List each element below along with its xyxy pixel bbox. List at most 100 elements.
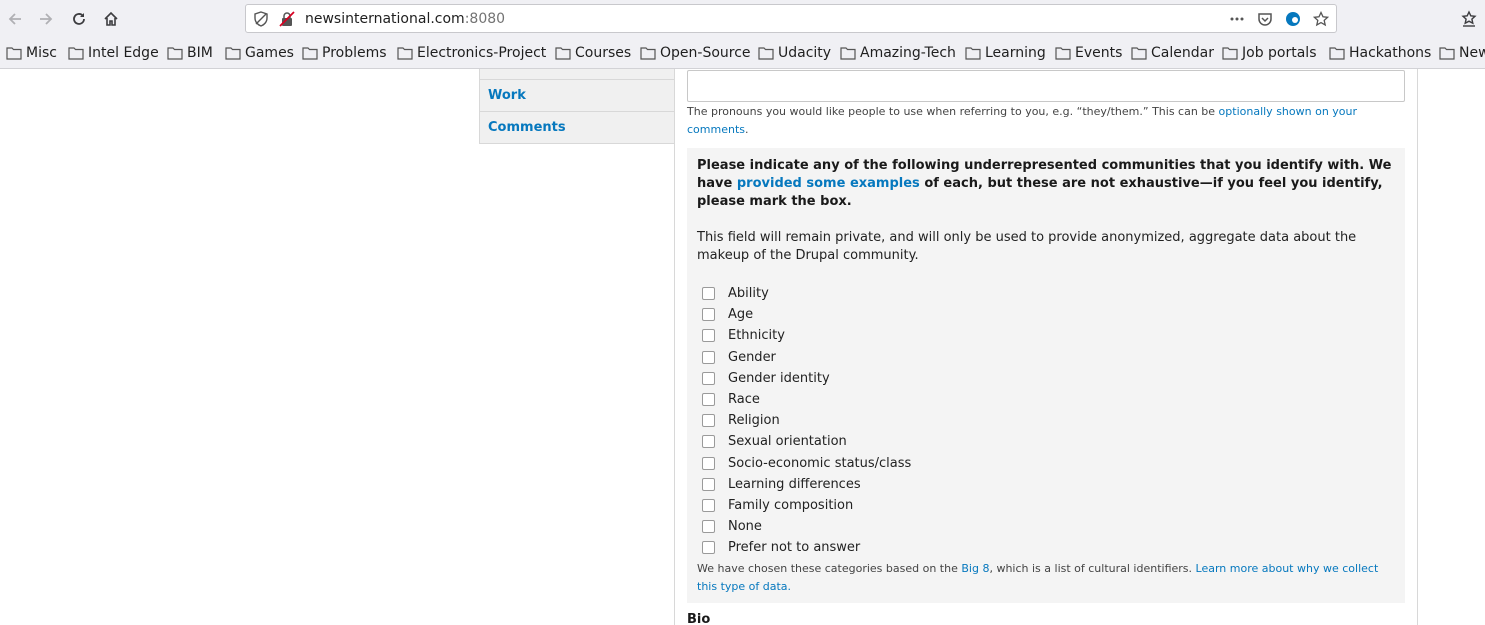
community-option[interactable]: None <box>697 516 1395 537</box>
community-option[interactable]: Gender <box>697 347 1395 368</box>
community-checkbox[interactable] <box>702 456 715 470</box>
pronouns-help-text: The pronouns you would like people to us… <box>687 103 1387 139</box>
library-icon <box>1461 10 1477 27</box>
community-checkbox[interactable] <box>702 371 715 385</box>
community-option[interactable]: Ability <box>697 283 1395 304</box>
community-option[interactable]: Gender identity <box>697 368 1395 389</box>
communities-title: Please indicate any of the following und… <box>697 157 1395 211</box>
drupal-extension-icon[interactable] <box>1285 11 1301 27</box>
community-checkbox[interactable] <box>702 477 715 491</box>
bookmark-label: Udacity <box>778 45 832 61</box>
bookmark-label: Intel Edge <box>88 45 159 61</box>
sidenav-item-work[interactable]: Work <box>480 80 674 112</box>
community-checkbox[interactable] <box>702 393 715 407</box>
bio-label: Bio <box>687 612 711 625</box>
bookmark-folder[interactable]: Intel Edge <box>68 44 159 62</box>
community-option[interactable]: Family composition <box>697 495 1395 516</box>
folder-icon <box>1131 47 1147 60</box>
bookmark-label: Electronics-Project <box>417 45 547 61</box>
bookmark-folder[interactable]: Courses <box>555 44 631 62</box>
library-button[interactable] <box>1456 6 1482 32</box>
bookmark-label: Hackathons <box>1349 45 1432 61</box>
community-checkbox[interactable] <box>702 350 715 364</box>
bookmark-folder[interactable]: Problems <box>302 44 387 62</box>
bookmark-folder[interactable]: Events <box>1055 44 1122 62</box>
bookmark-folder[interactable]: Amazing-Tech <box>840 44 956 62</box>
folder-icon <box>1439 47 1455 60</box>
forward-arrow-icon <box>40 13 53 25</box>
community-option-label: Ability <box>728 286 769 302</box>
community-checkbox[interactable] <box>702 520 715 534</box>
community-checkbox[interactable] <box>702 414 715 428</box>
pocket-icon[interactable] <box>1257 11 1273 27</box>
community-option[interactable]: Prefer not to answer <box>697 537 1395 558</box>
home-icon <box>104 11 118 26</box>
folder-icon <box>1055 47 1071 60</box>
bookmark-star-icon[interactable] <box>1313 11 1329 27</box>
community-option-label: Learning differences <box>728 476 861 492</box>
folder-icon <box>167 47 183 60</box>
tracking-protection-icon[interactable] <box>253 11 269 27</box>
bookmark-folder[interactable]: Games <box>225 44 294 62</box>
pronouns-input[interactable] <box>687 70 1405 102</box>
home-button[interactable] <box>98 6 124 32</box>
bookmark-folder[interactable]: Misc <box>6 44 57 62</box>
provided-examples-link[interactable]: provided some examples <box>737 176 920 191</box>
bookmark-label: Problems <box>322 45 387 61</box>
url-bar[interactable]: newsinternational.com:8080 <box>245 4 1337 33</box>
community-checkbox[interactable] <box>702 308 715 322</box>
bookmark-label: Amazing-Tech <box>860 45 956 61</box>
folder-icon <box>1329 47 1345 60</box>
community-option-label: Gender <box>728 349 776 365</box>
profile-side-nav: Work Comments <box>479 69 674 144</box>
bookmark-folder[interactable]: New <box>1439 44 1485 62</box>
community-option-label: Gender identity <box>728 370 830 386</box>
bookmark-folder[interactable]: Electronics-Project <box>397 44 546 62</box>
url-text[interactable]: newsinternational.com:8080 <box>305 11 505 27</box>
community-option[interactable]: Sexual orientation <box>697 431 1395 452</box>
bookmark-label: Courses <box>575 45 632 61</box>
folder-icon <box>840 47 856 60</box>
bookmark-label: Games <box>245 45 294 61</box>
pronouns-help-prefix: The pronouns you would like people to us… <box>687 105 1219 118</box>
folder-icon <box>555 47 571 60</box>
community-option-label: None <box>728 519 762 535</box>
bookmark-folder[interactable]: Job portals <box>1222 44 1317 62</box>
community-option-label: Socio-economic status/class <box>728 455 912 471</box>
bookmark-label: Calendar <box>1151 45 1214 61</box>
forward-button[interactable] <box>33 6 59 32</box>
community-option[interactable]: Ethnicity <box>697 325 1395 346</box>
big-8-link[interactable]: Big 8 <box>961 562 989 575</box>
reload-button[interactable] <box>66 6 92 32</box>
bookmark-folder[interactable]: Calendar <box>1131 44 1214 62</box>
bookmark-label: Misc <box>26 45 57 61</box>
community-option[interactable]: Learning differences <box>697 474 1395 495</box>
insecure-lock-icon[interactable] <box>279 11 295 27</box>
sidenav-item-partial[interactable] <box>480 69 674 80</box>
community-option-label: Religion <box>728 413 780 429</box>
back-button[interactable] <box>2 6 28 32</box>
community-option-label: Race <box>728 392 760 408</box>
community-option[interactable]: Religion <box>697 410 1395 431</box>
bookmark-folder[interactable]: Hackathons <box>1329 44 1431 62</box>
community-option-label: Sexual orientation <box>728 434 847 450</box>
bookmark-folder[interactable]: BIM <box>167 44 213 62</box>
bookmark-folder[interactable]: Learning <box>965 44 1046 62</box>
community-option[interactable]: Race <box>697 389 1395 410</box>
community-option[interactable]: Socio-economic status/class <box>697 453 1395 474</box>
url-port: :8080 <box>464 11 506 27</box>
community-checkbox[interactable] <box>702 541 715 555</box>
community-checkbox[interactable] <box>702 498 715 512</box>
bookmark-folder[interactable]: Udacity <box>758 44 831 62</box>
folder-icon <box>397 47 413 60</box>
community-option-label: Family composition <box>728 497 854 513</box>
community-checkbox[interactable] <box>702 435 715 449</box>
community-checkbox[interactable] <box>702 287 715 301</box>
bookmark-folder[interactable]: Open-Source <box>640 44 751 62</box>
sidenav-item-comments[interactable]: Comments <box>480 112 674 144</box>
page-actions-icon[interactable] <box>1229 11 1245 27</box>
community-option[interactable]: Age <box>697 304 1395 325</box>
community-option-label: Ethnicity <box>728 328 785 344</box>
community-checkbox[interactable] <box>702 329 715 343</box>
folder-icon <box>1222 47 1238 60</box>
